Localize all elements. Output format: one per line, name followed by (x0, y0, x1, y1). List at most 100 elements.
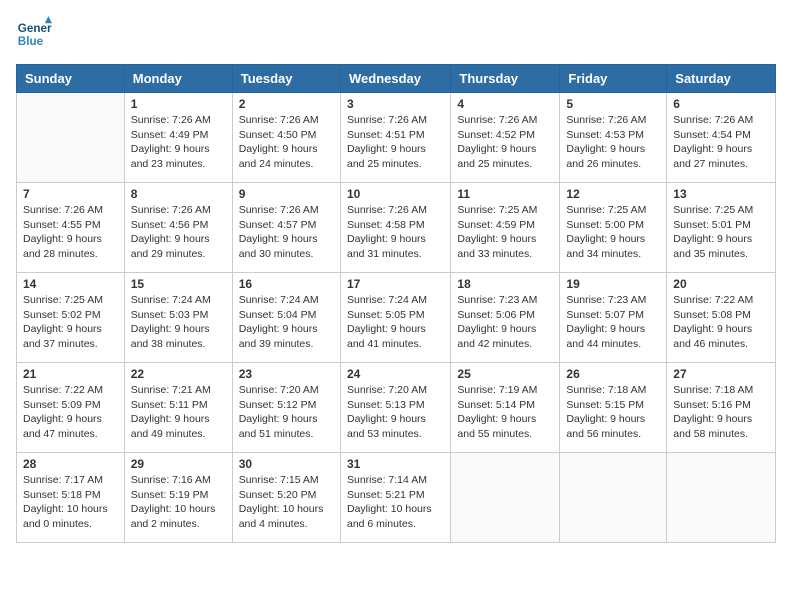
day-number: 15 (131, 277, 226, 291)
calendar-day-header: Saturday (667, 65, 776, 93)
calendar-cell: 8 Sunrise: 7:26 AMSunset: 4:56 PMDaylight… (124, 183, 232, 273)
calendar-cell: 18 Sunrise: 7:23 AMSunset: 5:06 PMDayligh… (451, 273, 560, 363)
calendar-cell: 20Sunrise: 7:22 AMSunset: 5:08 PMDayligh… (667, 273, 776, 363)
day-number: 4 (457, 97, 553, 111)
day-number: 14 (23, 277, 118, 291)
day-number: 8 (131, 187, 226, 201)
day-number: 10 (347, 187, 444, 201)
calendar-cell: 11 Sunrise: 7:25 AMSunset: 4:59 PMDayligh… (451, 183, 560, 273)
calendar-cell: 21Sunrise: 7:22 AMSunset: 5:09 PMDayligh… (17, 363, 125, 453)
cell-content: Sunrise: 7:24 AMSunset: 5:04 PMDaylight:… (239, 293, 334, 352)
cell-content: Sunrise: 7:24 AMSunset: 5:03 PMDaylight:… (131, 293, 226, 352)
calendar-week-row: 7 Sunrise: 7:26 AMSunset: 4:55 PMDaylight… (17, 183, 776, 273)
day-number: 13 (673, 187, 769, 201)
calendar-day-header: Sunday (17, 65, 125, 93)
calendar-cell: 19 Sunrise: 7:23 AMSunset: 5:07 PMDayligh… (560, 273, 667, 363)
cell-content: Sunrise: 7:26 AMSunset: 4:56 PMDaylight:… (131, 203, 226, 262)
cell-content: Sunrise: 7:25 AMSunset: 5:00 PMDaylight:… (566, 203, 660, 262)
cell-content: Sunrise: 7:26 AMSunset: 4:55 PMDaylight:… (23, 203, 118, 262)
calendar-cell: 10 Sunrise: 7:26 AMSunset: 4:58 PMDayligh… (340, 183, 450, 273)
day-number: 27 (673, 367, 769, 381)
cell-content: Sunrise: 7:24 AMSunset: 5:05 PMDaylight:… (347, 293, 444, 352)
calendar-cell: 27 Sunrise: 7:18 AMSunset: 5:16 PMDayligh… (667, 363, 776, 453)
cell-content: Sunrise: 7:19 AMSunset: 5:14 PMDaylight:… (457, 383, 553, 442)
calendar-cell: 4 Sunrise: 7:26 AMSunset: 4:52 PMDaylight… (451, 93, 560, 183)
day-number: 1 (131, 97, 226, 111)
day-number: 31 (347, 457, 444, 471)
cell-content: Sunrise: 7:18 AMSunset: 5:16 PMDaylight:… (673, 383, 769, 442)
calendar-cell: 12 Sunrise: 7:25 AMSunset: 5:00 PMDayligh… (560, 183, 667, 273)
cell-content: Sunrise: 7:26 AMSunset: 4:53 PMDaylight:… (566, 113, 660, 172)
svg-text:General: General (18, 22, 52, 35)
calendar-cell: 5 Sunrise: 7:26 AMSunset: 4:53 PMDaylight… (560, 93, 667, 183)
calendar-cell (560, 453, 667, 543)
day-number: 9 (239, 187, 334, 201)
calendar-cell: 26Sunrise: 7:18 AMSunset: 5:15 PMDayligh… (560, 363, 667, 453)
page-header: General Blue (16, 16, 776, 52)
cell-content: Sunrise: 7:25 AMSunset: 5:02 PMDaylight:… (23, 293, 118, 352)
calendar-cell: 17 Sunrise: 7:24 AMSunset: 5:05 PMDayligh… (340, 273, 450, 363)
calendar-cell (17, 93, 125, 183)
day-number: 23 (239, 367, 334, 381)
day-number: 22 (131, 367, 226, 381)
cell-content: Sunrise: 7:23 AMSunset: 5:07 PMDaylight:… (566, 293, 660, 352)
day-number: 24 (347, 367, 444, 381)
day-number: 21 (23, 367, 118, 381)
cell-content: Sunrise: 7:18 AMSunset: 5:15 PMDaylight:… (566, 383, 660, 442)
cell-content: Sunrise: 7:15 AMSunset: 5:20 PMDaylight:… (239, 473, 334, 532)
cell-content: Sunrise: 7:23 AMSunset: 5:06 PMDaylight:… (457, 293, 553, 352)
day-number: 17 (347, 277, 444, 291)
calendar-cell: 28 Sunrise: 7:17 AMSunset: 5:18 PMDayligh… (17, 453, 125, 543)
calendar-cell: 9 Sunrise: 7:26 AMSunset: 4:57 PMDaylight… (232, 183, 340, 273)
cell-content: Sunrise: 7:21 AMSunset: 5:11 PMDaylight:… (131, 383, 226, 442)
calendar-body: 1 Sunrise: 7:26 AMSunset: 4:49 PMDaylight… (17, 93, 776, 543)
calendar-cell: 24 Sunrise: 7:20 AMSunset: 5:13 PMDayligh… (340, 363, 450, 453)
cell-content: Sunrise: 7:22 AMSunset: 5:08 PMDaylight:… (673, 293, 769, 352)
calendar-cell: 16 Sunrise: 7:24 AMSunset: 5:04 PMDayligh… (232, 273, 340, 363)
calendar-week-row: 28 Sunrise: 7:17 AMSunset: 5:18 PMDayligh… (17, 453, 776, 543)
cell-content: Sunrise: 7:17 AMSunset: 5:18 PMDaylight:… (23, 473, 118, 532)
cell-content: Sunrise: 7:26 AMSunset: 4:50 PMDaylight:… (239, 113, 334, 172)
day-number: 18 (457, 277, 553, 291)
cell-content: Sunrise: 7:26 AMSunset: 4:52 PMDaylight:… (457, 113, 553, 172)
cell-content: Sunrise: 7:25 AMSunset: 4:59 PMDaylight:… (457, 203, 553, 262)
day-number: 6 (673, 97, 769, 111)
cell-content: Sunrise: 7:26 AMSunset: 4:49 PMDaylight:… (131, 113, 226, 172)
calendar-cell: 13Sunrise: 7:25 AMSunset: 5:01 PMDayligh… (667, 183, 776, 273)
logo: General Blue (16, 16, 52, 52)
calendar-cell: 22 Sunrise: 7:21 AMSunset: 5:11 PMDayligh… (124, 363, 232, 453)
calendar-cell: 7 Sunrise: 7:26 AMSunset: 4:55 PMDaylight… (17, 183, 125, 273)
calendar-table: SundayMondayTuesdayWednesdayThursdayFrid… (16, 64, 776, 543)
day-number: 16 (239, 277, 334, 291)
calendar-cell: 15 Sunrise: 7:24 AMSunset: 5:03 PMDayligh… (124, 273, 232, 363)
cell-content: Sunrise: 7:14 AMSunset: 5:21 PMDaylight:… (347, 473, 444, 532)
cell-content: Sunrise: 7:26 AMSunset: 4:58 PMDaylight:… (347, 203, 444, 262)
calendar-cell: 6Sunrise: 7:26 AMSunset: 4:54 PMDaylight… (667, 93, 776, 183)
svg-text:Blue: Blue (18, 35, 44, 48)
day-number: 11 (457, 187, 553, 201)
calendar-day-header: Friday (560, 65, 667, 93)
day-number: 12 (566, 187, 660, 201)
day-number: 28 (23, 457, 118, 471)
calendar-week-row: 1 Sunrise: 7:26 AMSunset: 4:49 PMDaylight… (17, 93, 776, 183)
calendar-day-header: Thursday (451, 65, 560, 93)
cell-content: Sunrise: 7:20 AMSunset: 5:13 PMDaylight:… (347, 383, 444, 442)
cell-content: Sunrise: 7:26 AMSunset: 4:57 PMDaylight:… (239, 203, 334, 262)
day-number: 2 (239, 97, 334, 111)
day-number: 5 (566, 97, 660, 111)
calendar-day-header: Wednesday (340, 65, 450, 93)
calendar-cell: 30Sunrise: 7:15 AMSunset: 5:20 PMDayligh… (232, 453, 340, 543)
cell-content: Sunrise: 7:20 AMSunset: 5:12 PMDaylight:… (239, 383, 334, 442)
day-number: 19 (566, 277, 660, 291)
day-number: 25 (457, 367, 553, 381)
day-number: 3 (347, 97, 444, 111)
calendar-week-row: 21Sunrise: 7:22 AMSunset: 5:09 PMDayligh… (17, 363, 776, 453)
day-number: 29 (131, 457, 226, 471)
day-number: 7 (23, 187, 118, 201)
calendar-cell: 2 Sunrise: 7:26 AMSunset: 4:50 PMDaylight… (232, 93, 340, 183)
calendar-cell: 14 Sunrise: 7:25 AMSunset: 5:02 PMDayligh… (17, 273, 125, 363)
logo-icon: General Blue (16, 16, 52, 52)
calendar-cell: 23 Sunrise: 7:20 AMSunset: 5:12 PMDayligh… (232, 363, 340, 453)
calendar-cell: 31 Sunrise: 7:14 AMSunset: 5:21 PMDayligh… (340, 453, 450, 543)
calendar-day-header: Tuesday (232, 65, 340, 93)
